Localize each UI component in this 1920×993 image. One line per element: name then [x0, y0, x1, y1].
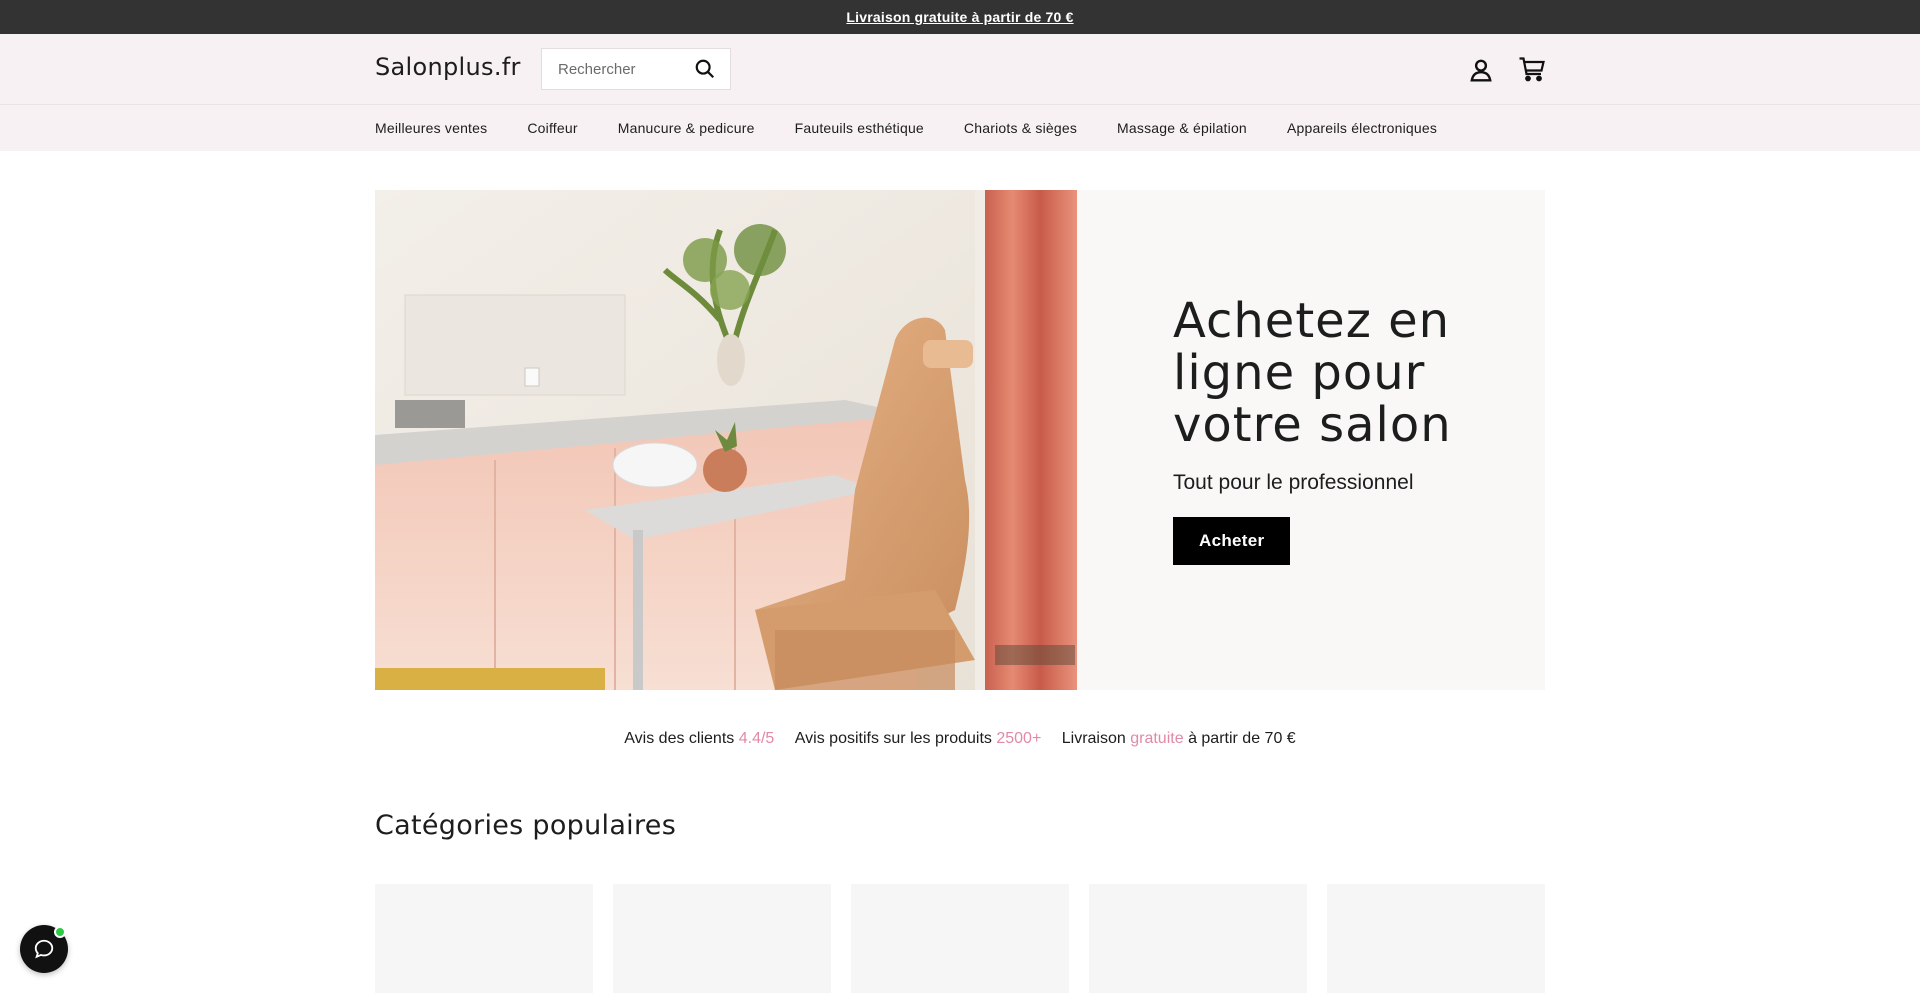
stat-value: 2500+: [996, 730, 1042, 747]
stat-label: Livraison: [1061, 730, 1126, 747]
category-card[interactable]: [1327, 884, 1545, 993]
search-input[interactable]: [542, 49, 682, 89]
stat-value: gratuite: [1130, 730, 1184, 747]
user-icon[interactable]: [1468, 57, 1494, 83]
search-box: [541, 48, 731, 90]
stat-label: Avis positifs sur les produits: [794, 730, 992, 747]
cart-icon[interactable]: [1518, 55, 1546, 83]
hero-subtitle: Tout pour le professionnel: [1173, 471, 1414, 494]
stat-customer-reviews: Avis des clients 4.4/5: [624, 730, 774, 748]
category-card[interactable]: [851, 884, 1069, 993]
announcement-bar: Livraison gratuite à partir de 70 €: [0, 0, 1920, 34]
hero-text-block: Achetez en ligne pour votre salon Tout p…: [1173, 295, 1513, 565]
hero-image-salon-chair: [375, 190, 1077, 690]
nav-item-hairdresser[interactable]: Coiffeur: [527, 120, 577, 136]
category-grid: [375, 884, 1545, 993]
nav-item-trolleys-stools[interactable]: Chariots & sièges: [964, 120, 1077, 136]
popular-categories-title: Catégories populaires: [375, 810, 677, 841]
stat-label: Avis des clients: [624, 730, 735, 747]
search-icon[interactable]: [694, 58, 716, 80]
nav-item-massage-waxing[interactable]: Massage & épilation: [1117, 120, 1247, 136]
nav-item-beauty-chairs[interactable]: Fauteuils esthétique: [795, 120, 924, 136]
category-card[interactable]: [375, 884, 593, 993]
trust-stats-bar: Avis des clients 4.4/5 Avis positifs sur…: [0, 730, 1920, 748]
stat-value: 4.4/5: [738, 730, 775, 747]
online-status-dot: [54, 926, 66, 938]
stat-suffix: à partir de 70 €: [1188, 730, 1296, 747]
chat-bubble-icon: [34, 939, 54, 959]
nav-item-best-sellers[interactable]: Meilleures ventes: [375, 120, 487, 136]
stat-free-delivery: Livraison gratuite à partir de 70 €: [1062, 730, 1296, 748]
shop-now-button[interactable]: Acheter: [1173, 517, 1291, 565]
hero-banner: Achetez en ligne pour votre salon Tout p…: [375, 190, 1545, 690]
category-card[interactable]: [613, 884, 831, 993]
announcement-link[interactable]: Livraison gratuite à partir de 70 €: [846, 9, 1073, 25]
stat-positive-reviews: Avis positifs sur les produits 2500+: [795, 730, 1042, 748]
nav-item-electronic-devices[interactable]: Appareils électroniques: [1287, 120, 1437, 136]
nav-item-manicure-pedicure[interactable]: Manucure & pedicure: [618, 120, 755, 136]
site-header: Salonplus.fr: [0, 34, 1920, 104]
site-logo[interactable]: Salonplus.fr: [375, 53, 521, 81]
category-card[interactable]: [1089, 884, 1307, 993]
hero-title: Achetez en ligne pour votre salon: [1173, 293, 1452, 453]
main-navigation: Meilleures ventes Coiffeur Manucure & pe…: [0, 104, 1920, 151]
